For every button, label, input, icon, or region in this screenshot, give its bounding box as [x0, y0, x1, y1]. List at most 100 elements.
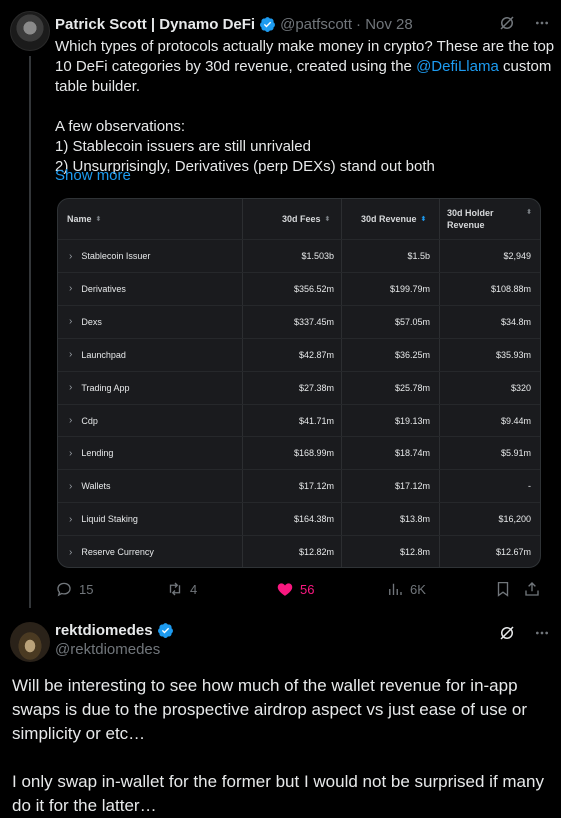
reply-line: Will be interesting to see how much of t… — [12, 676, 518, 695]
bookmark-icon[interactable] — [494, 580, 512, 598]
chevron-right-icon: › — [69, 415, 73, 426]
views-icon — [389, 583, 402, 595]
table-header: Name ⬍ 30d Fees ⬍ 30d Revenue ⬍ 30d Holder ⬍… — [58, 199, 540, 239]
header-fees: 30d Fees ⬍ — [282, 214, 331, 224]
revenue-cell: $25.78m — [394, 382, 430, 393]
revenue-cell: $199.79m — [389, 283, 430, 294]
fees-cell: $17.12m — [298, 481, 334, 492]
holder-revenue-cell: $320 — [510, 382, 531, 393]
holder-revenue-cell: $2,949 — [503, 251, 531, 261]
author-handle[interactable]: @patfscott — [280, 16, 352, 33]
tweet-line: 10 DeFi categories by 30d revenue, creat… — [55, 58, 552, 75]
verified-badge-icon — [260, 16, 276, 32]
reply-line: swaps is due to the prospective airdrop … — [12, 700, 527, 719]
chevron-right-icon: › — [69, 316, 73, 328]
reply-action[interactable]: 15 — [55, 579, 93, 599]
revenue-cell: $12.8m — [399, 547, 430, 558]
repost-count: 4 — [190, 581, 198, 597]
holder-revenue-cell: $108.88m — [490, 283, 531, 294]
chevron-right-icon: › — [69, 513, 73, 525]
heart-icon — [277, 583, 293, 596]
row-name-cell: › Reserve Currency — [69, 546, 154, 558]
holder-revenue-cell: $9.44m — [500, 415, 531, 426]
reply-line: I only swap in-wallet for the former but… — [12, 772, 544, 791]
reply-text: Will be interesting to see how much of t… — [12, 674, 552, 818]
fees-cell: $41.71m — [298, 415, 334, 426]
header-holder-revenue: 30d Holder ⬍ Revenue — [447, 208, 532, 230]
like-action[interactable]: 56 — [276, 579, 314, 599]
table-row: › Liquid Staking $164.38m $13.8m $16,200 — [58, 502, 540, 535]
table-row: › Stablecoin Issuer $1.503b $1.5b $2,949 — [58, 239, 540, 272]
row-name-cell: › Lending — [69, 447, 114, 459]
header-revenue: 30d Revenue ⬍ — [361, 214, 427, 224]
reply-author-avatar[interactable] — [10, 622, 50, 662]
fees-cell: $1.503b — [301, 251, 334, 261]
chevron-right-icon: › — [69, 447, 73, 459]
chevron-right-icon: › — [69, 546, 73, 558]
row-name-cell: › Trading App — [69, 382, 130, 394]
row-name-cell: › Stablecoin Issuer — [69, 250, 151, 262]
grok-icon[interactable] — [498, 624, 516, 642]
views-action[interactable]: 6K — [386, 579, 426, 599]
revenue-cell: $18.74m — [394, 448, 430, 459]
table-row: › Lending $168.99m $18.74m $5.91m — [58, 436, 540, 469]
tweet-header: Patrick Scott | Dynamo DeFi @patfscott ·… — [55, 14, 413, 34]
revenue-cell: $1.5b — [407, 251, 430, 261]
tweet-line: A few observations: — [55, 118, 186, 135]
table-row: › Derivatives $356.52m $199.79m $108.88m — [58, 271, 540, 305]
mention-link[interactable]: @DefiLlama — [416, 58, 499, 75]
table-row: › Dexs $337.45m $57.05m $34.8m — [58, 304, 540, 338]
chevron-right-icon: › — [69, 250, 73, 262]
more-icon[interactable] — [534, 625, 550, 641]
show-more-link[interactable]: Show more — [55, 166, 131, 186]
like-count: 56 — [300, 581, 315, 597]
tweet: Patrick Scott | Dynamo DeFi @patfscott ·… — [0, 0, 561, 608]
row-name-cell: › Launchpad — [69, 349, 126, 361]
reply-author-name[interactable]: rektdiomedes — [55, 622, 153, 639]
row-name-cell: › Liquid Staking — [69, 513, 138, 525]
revenue-cell: $57.05m — [394, 316, 430, 327]
table-row: › Launchpad $42.87m $36.25m $35.93m — [58, 337, 540, 371]
tweet-line: 1) Stablecoin issuers are still unrivale… — [55, 138, 311, 155]
reply-tweet: rektdiomedes @rektdiomedes Will be inter… — [0, 608, 561, 817]
table-row: › Reserve Currency $12.82m $12.8m $12.67m — [58, 535, 540, 567]
grok-icon[interactable] — [498, 14, 516, 32]
header-name: Name ⬍ — [67, 214, 102, 224]
more-icon[interactable] — [534, 15, 550, 31]
tweet-line: Which types of protocols actually make m… — [55, 38, 555, 55]
repost-action[interactable]: 4 — [166, 579, 197, 599]
holder-revenue-cell: - — [528, 481, 531, 492]
thread-line — [29, 56, 31, 608]
holder-revenue-cell: $5.91m — [500, 448, 531, 459]
chevron-right-icon: › — [69, 480, 73, 492]
tweet-date[interactable]: · Nov 28 — [356, 16, 413, 33]
revenue-cell: $13.8m — [399, 514, 430, 525]
author-avatar[interactable] — [10, 11, 50, 51]
row-name-cell: › Cdp — [69, 415, 98, 426]
tweet-top-icons — [498, 14, 550, 32]
chevron-right-icon: › — [69, 349, 73, 361]
fees-cell: $337.45m — [293, 316, 334, 327]
share-icon[interactable] — [523, 580, 541, 598]
fees-cell: $164.38m — [293, 514, 334, 525]
holder-revenue-cell: $35.93m — [495, 349, 531, 360]
chevron-right-icon: › — [69, 382, 73, 394]
reply-header: rektdiomedes — [55, 622, 174, 639]
fees-cell: $42.87m — [298, 349, 334, 360]
table-image[interactable]: Name ⬍ 30d Fees ⬍ 30d Revenue ⬍ 30d Holder ⬍… — [57, 198, 541, 568]
reply-top-icons — [498, 624, 550, 642]
reply-author-handle[interactable]: @rektdiomedes — [55, 641, 160, 658]
fees-cell: $168.99m — [293, 448, 334, 459]
fees-cell: $27.38m — [298, 382, 334, 393]
table-row: › Trading App $27.38m $25.78m $320 — [58, 370, 540, 404]
row-name-cell: › Derivatives — [69, 283, 126, 295]
holder-revenue-cell: $16,200 — [498, 514, 531, 525]
author-name[interactable]: Patrick Scott | Dynamo DeFi — [55, 16, 255, 33]
revenue-cell: $36.25m — [394, 349, 430, 360]
repost-icon — [169, 582, 181, 596]
revenue-cell: $17.12m — [394, 481, 430, 492]
tweet-actions: 15 4 56 6K — [0, 579, 561, 599]
table-row: › Cdp $41.71m $19.13m $9.44m — [58, 403, 540, 437]
